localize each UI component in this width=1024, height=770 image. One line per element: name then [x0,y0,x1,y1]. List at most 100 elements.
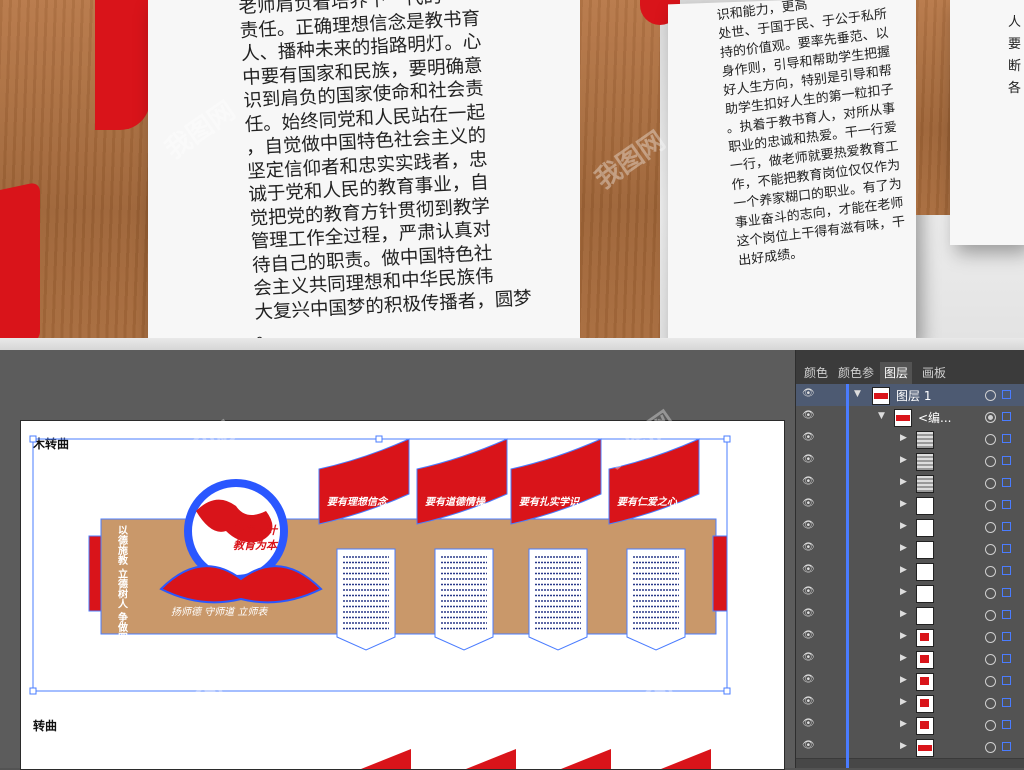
expand-triangle-icon[interactable]: ▶ [900,521,907,531]
target-circle-icon[interactable] [985,412,996,423]
layer-row[interactable]: 👁 ▶ [796,648,1024,671]
text-board [626,548,686,651]
eye-icon[interactable]: 👁 [802,719,816,729]
svg-text:扬师德 守师道 立师表: 扬师德 守师道 立师表 [171,606,268,618]
expand-triangle-icon[interactable]: ▶ [900,719,907,729]
eye-icon[interactable]: 👁 [802,675,816,685]
eye-icon[interactable]: 👁 [802,543,816,553]
tab-color-guide[interactable]: 颜色参 [834,362,878,384]
selection-square-icon[interactable] [1002,676,1011,685]
eye-icon[interactable]: 👁 [802,697,816,707]
target-circle-icon[interactable] [985,500,996,511]
tab-artboards[interactable]: 画板 [918,362,950,384]
tab-color[interactable]: 颜色 [800,362,832,384]
layer-row-main[interactable]: 👁 ▼ 图层 1 [796,384,1024,407]
eye-icon[interactable]: 👁 [802,499,816,509]
sublayer-name[interactable]: <编... [918,409,952,426]
layer-row[interactable]: 👁 ▶ [796,428,1024,451]
selection-square-icon[interactable] [1002,588,1011,597]
expand-triangle-icon[interactable]: ▶ [900,499,907,509]
selection-square-icon[interactable] [1002,566,1011,575]
target-circle-icon[interactable] [985,478,996,489]
selection-square-icon[interactable] [1002,544,1011,553]
eye-icon[interactable]: 👁 [802,565,816,575]
layer-row[interactable]: 👁 ▶ [796,604,1024,627]
expand-triangle-icon[interactable]: ▶ [900,455,907,465]
layer-row[interactable]: 👁 ▶ [796,736,1024,759]
flag-banner [510,438,602,525]
eye-icon[interactable]: 👁 [802,521,816,531]
layer-row[interactable]: 👁 ▶ [796,582,1024,605]
layer-row[interactable]: 👁 ▶ [796,714,1024,737]
layers-panel[interactable]: 颜色 颜色参 图层 画板 👁 ▼ 图层 1 👁 ▼ <编... 👁 ▶ 👁 ▶ 👁 ▶ 👁 ▶ 👁 ▶ 👁 ▶ 👁 ▶… [795,350,1024,768]
target-circle-icon[interactable] [985,632,996,643]
target-circle-icon[interactable] [985,544,996,555]
expand-triangle-icon[interactable]: ▼ [854,389,861,399]
eye-icon[interactable]: 👁 [802,653,816,663]
layer-thumbnail [916,541,934,559]
expand-triangle-icon[interactable]: ▶ [900,697,907,707]
target-circle-icon[interactable] [985,588,996,599]
eye-icon[interactable]: 👁 [802,609,816,619]
target-circle-icon[interactable] [985,742,996,753]
layer-row[interactable]: 👁 ▶ [796,626,1024,649]
selection-square-icon[interactable] [1002,698,1011,707]
layer-row[interactable]: 👁 ▶ [796,670,1024,693]
layer-row[interactable]: 👁 ▶ [796,472,1024,495]
layer-row[interactable]: 👁 ▶ [796,692,1024,715]
artboard[interactable]: 木转曲 转曲 百年大计 教育为本 以德施教 立德树人 争做四有好老师 扬师德 守… [20,420,785,770]
expand-triangle-icon[interactable]: ▶ [900,565,907,575]
eye-icon[interactable]: 👁 [802,389,816,399]
expand-triangle-icon[interactable]: ▶ [900,675,907,685]
selection-square-icon[interactable] [1002,632,1011,641]
target-circle-icon[interactable] [985,654,996,665]
expand-triangle-icon[interactable]: ▶ [900,609,907,619]
selection-square-icon[interactable] [1002,500,1011,509]
target-circle-icon[interactable] [985,566,996,577]
tab-layers[interactable]: 图层 [880,362,913,384]
target-circle-icon[interactable] [985,676,996,687]
layer-thumbnail [916,519,934,537]
target-circle-icon[interactable] [985,456,996,467]
target-circle-icon[interactable] [985,522,996,533]
flag-label: 要有道德情操 [425,496,486,508]
eye-icon[interactable]: 👁 [802,433,816,443]
layer-row[interactable]: 👁 ▶ [796,494,1024,517]
target-circle-icon[interactable] [985,720,996,731]
layer-row-group[interactable]: 👁 ▼ <编... [796,406,1024,429]
eye-icon[interactable]: 👁 [802,477,816,487]
eye-icon[interactable]: 👁 [802,741,816,751]
selection-square-icon[interactable] [1002,478,1011,487]
selection-square-icon[interactable] [1002,742,1011,751]
layer-row[interactable]: 👁 ▶ [796,538,1024,561]
eye-icon[interactable]: 👁 [802,455,816,465]
expand-triangle-icon[interactable]: ▶ [900,477,907,487]
selection-square-icon[interactable] [1002,412,1011,421]
target-circle-icon[interactable] [985,610,996,621]
expand-triangle-icon[interactable]: ▶ [900,433,907,443]
selection-square-icon[interactable] [1002,434,1011,443]
target-circle-icon[interactable] [985,434,996,445]
selection-square-icon[interactable] [1002,654,1011,663]
selection-square-icon[interactable] [1002,720,1011,729]
expand-triangle-icon[interactable]: ▶ [900,741,907,751]
eye-icon[interactable]: 👁 [802,411,816,421]
selection-square-icon[interactable] [1002,390,1011,399]
layer-row[interactable]: 👁 ▶ [796,560,1024,583]
expand-triangle-icon[interactable]: ▶ [900,631,907,641]
eye-icon[interactable]: 👁 [802,631,816,641]
layer-name[interactable]: 图层 1 [896,387,931,404]
target-circle-icon[interactable] [985,698,996,709]
artwork[interactable]: 百年大计 教育为本 以德施教 立德树人 争做四有好老师 扬师德 守师道 立师表 … [21,421,784,769]
expand-triangle-icon[interactable]: ▶ [900,587,907,597]
expand-triangle-icon[interactable]: ▶ [900,653,907,663]
selection-square-icon[interactable] [1002,522,1011,531]
target-circle-icon[interactable] [985,390,996,401]
layer-row[interactable]: 👁 ▶ [796,450,1024,473]
eye-icon[interactable]: 👁 [802,587,816,597]
layer-row[interactable]: 👁 ▶ [796,516,1024,539]
expand-triangle-icon[interactable]: ▼ [878,411,885,421]
expand-triangle-icon[interactable]: ▶ [900,543,907,553]
selection-square-icon[interactable] [1002,456,1011,465]
selection-square-icon[interactable] [1002,610,1011,619]
